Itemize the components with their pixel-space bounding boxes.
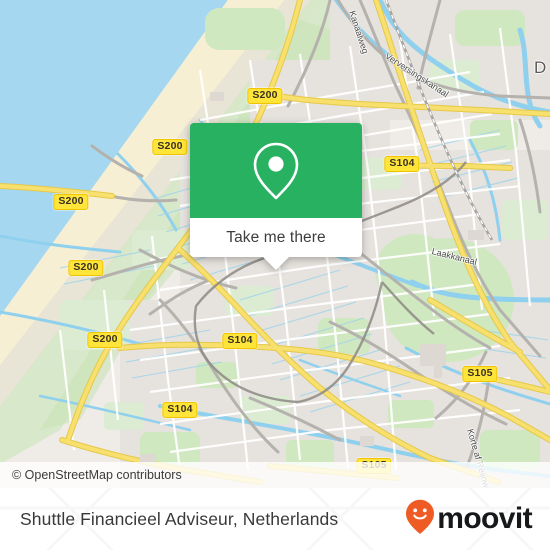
road-shield: S104 [222,333,258,349]
road-shield: S200 [53,194,89,210]
map-canvas[interactable]: Verversingskanaal Kanaalweg Laakkanaal K… [0,0,550,488]
osm-attribution-text[interactable]: © OpenStreetMap contributors [0,468,182,482]
moovit-smiley-pin-icon [405,499,435,540]
moovit-wordmark: moovit [437,502,532,535]
map-attribution-bar: © OpenStreetMap contributors [0,462,550,488]
take-me-there-label: Take me there [226,228,326,246]
road-shield: S200 [68,260,104,276]
road-shield: S105 [462,366,498,382]
road-shield: S200 [87,332,123,348]
moovit-logo[interactable]: moovit [405,499,533,540]
road-shield: S104 [162,402,198,418]
callout-tail [263,257,289,270]
page-title: Shuttle Financieel Adviseur, Netherlands [20,508,339,529]
callout-action-area[interactable]: Take me there [190,218,362,257]
road-shield: S200 [247,88,283,104]
moovit-map-screenshot: Verversingskanaal Kanaalweg Laakkanaal K… [0,0,550,550]
callout-image-area [190,123,362,218]
location-callout-card[interactable]: Take me there [190,123,362,270]
road-shield: S200 [152,139,188,155]
place-label: D [534,58,547,77]
footer-bar: Shuttle Financieel Adviseur, Netherlands… [0,488,550,550]
road-shield: S104 [384,156,420,172]
map-pin-icon [250,140,302,202]
